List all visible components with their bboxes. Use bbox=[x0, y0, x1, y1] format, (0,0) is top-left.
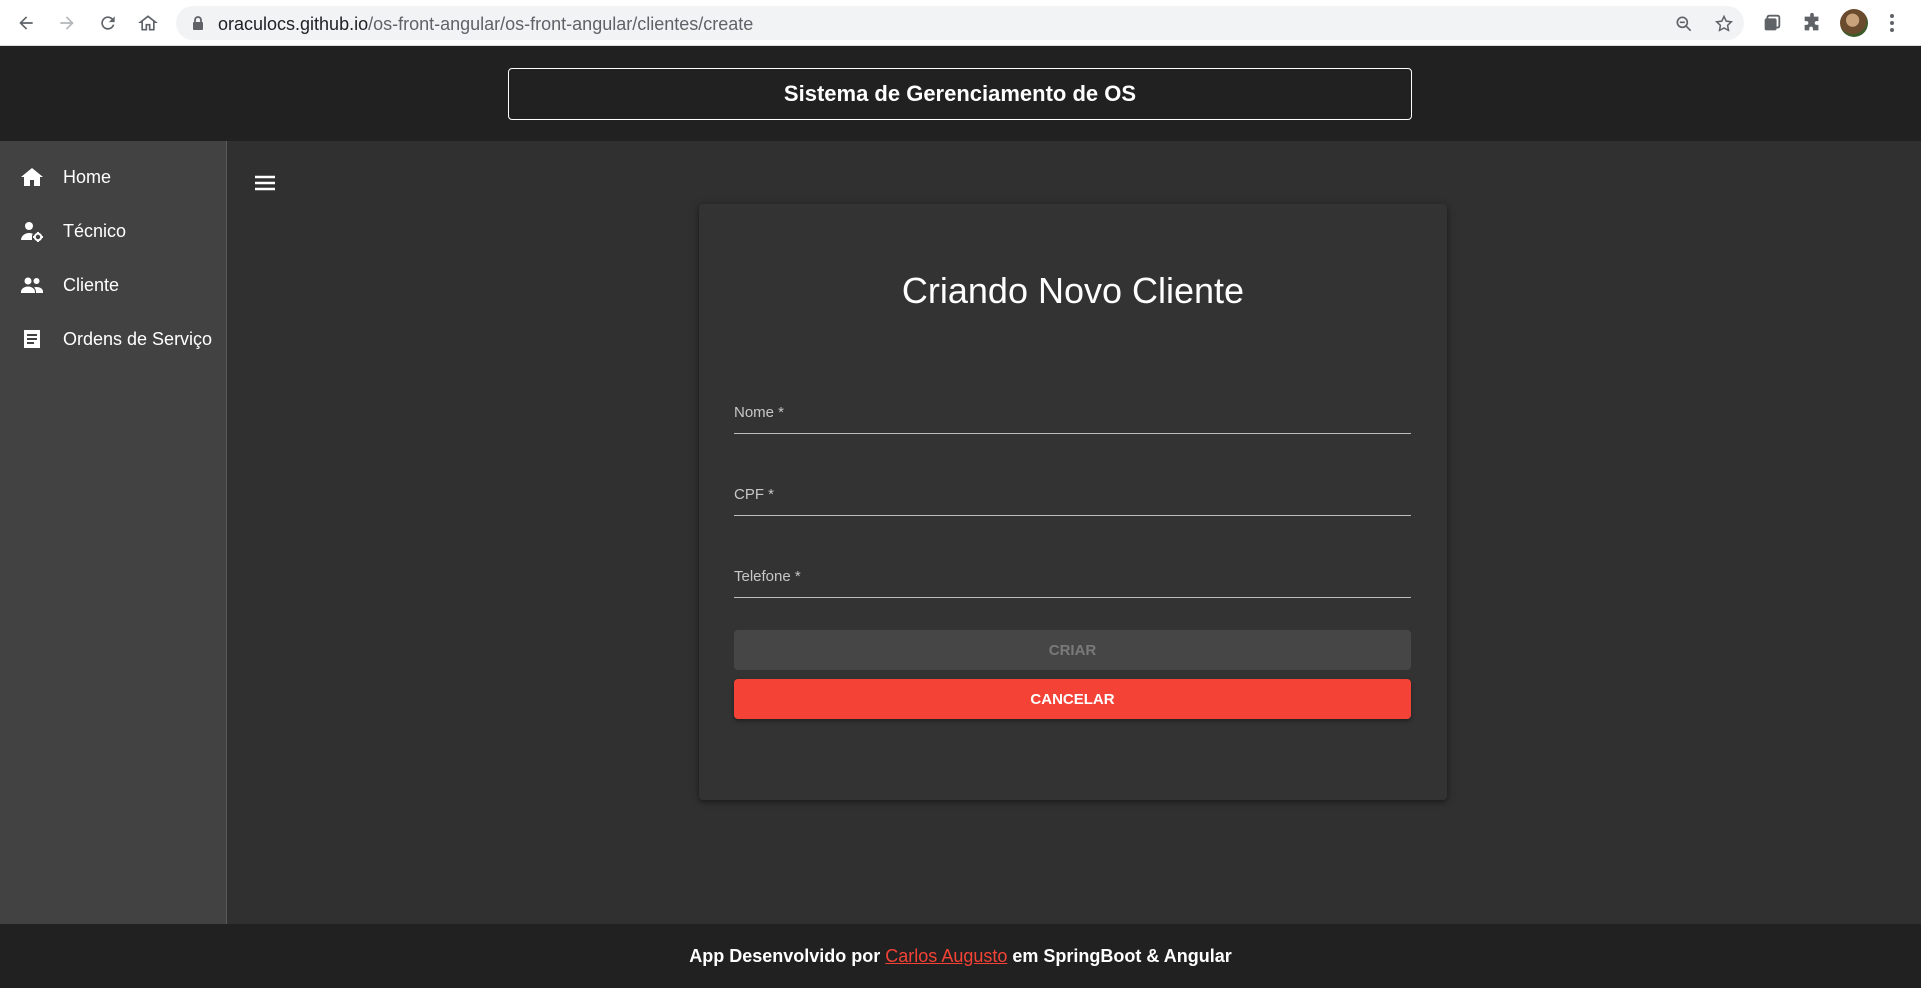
sidebar-item-cliente[interactable]: Cliente bbox=[0, 258, 226, 312]
footer-suffix: em SpringBoot & Angular bbox=[1012, 945, 1232, 966]
star-icon[interactable] bbox=[1714, 14, 1734, 34]
people-icon bbox=[19, 272, 45, 298]
forward-button[interactable] bbox=[55, 11, 79, 35]
url-text: oraculocs.github.io/os-front-angular/os-… bbox=[218, 14, 754, 34]
tab-search-icon[interactable] bbox=[1761, 12, 1783, 34]
sidebar-item-tecnico[interactable]: Técnico bbox=[0, 204, 226, 258]
arrow-right-icon bbox=[60, 16, 74, 30]
telefone-input[interactable] bbox=[734, 558, 1411, 597]
cpf-field[interactable]: CPF * bbox=[734, 476, 1411, 516]
browser-toolbar: oraculocs.github.io/os-front-angular/os-… bbox=[0, 0, 1921, 46]
main-content: Criando Novo Cliente Nome * CPF * Telefo… bbox=[227, 141, 1921, 924]
lock-icon bbox=[193, 16, 203, 30]
app-header: Sistema de Gerenciamento de OS bbox=[0, 46, 1921, 141]
page-title: Sistema de Gerenciamento de OS bbox=[508, 68, 1412, 120]
zoom-icon[interactable] bbox=[1674, 14, 1694, 34]
home-browser-button[interactable] bbox=[136, 11, 160, 35]
sidebar-item-label: Técnico bbox=[63, 220, 127, 241]
reload-icon bbox=[101, 16, 115, 30]
address-bar[interactable]: oraculocs.github.io/os-front-angular/os-… bbox=[176, 6, 1744, 40]
nome-input[interactable] bbox=[734, 394, 1411, 433]
more-vert-icon[interactable] bbox=[1882, 12, 1902, 34]
sidebar: Home Técnico Cliente Ordens de Serviço bbox=[0, 141, 227, 924]
sidebar-item-label: Ordens de Serviço bbox=[63, 328, 213, 349]
home-icon bbox=[19, 164, 45, 190]
reload-button[interactable] bbox=[96, 11, 120, 35]
nome-field[interactable]: Nome * bbox=[734, 394, 1411, 434]
author-link[interactable]: Carlos Augusto bbox=[885, 946, 1007, 967]
telefone-field[interactable]: Telefone * bbox=[734, 558, 1411, 598]
document-icon bbox=[19, 326, 45, 352]
technician-icon bbox=[19, 218, 45, 244]
footer-prefix: App Desenvolvido por bbox=[689, 945, 881, 966]
form-title: Criando Novo Cliente bbox=[901, 270, 1245, 311]
sidebar-item-ordens[interactable]: Ordens de Serviço bbox=[0, 312, 226, 366]
create-button[interactable]: CRIAR bbox=[734, 630, 1411, 670]
sidebar-item-home[interactable]: Home bbox=[0, 150, 226, 204]
sidebar-item-label: Cliente bbox=[63, 274, 120, 295]
cpf-input[interactable] bbox=[734, 476, 1411, 515]
extensions-puzzle-icon[interactable] bbox=[1801, 12, 1823, 34]
menu-icon[interactable] bbox=[253, 171, 277, 195]
cancel-button[interactable]: CANCELAR bbox=[734, 679, 1411, 719]
form-card: Criando Novo Cliente Nome * CPF * Telefo… bbox=[699, 204, 1447, 800]
footer: App Desenvolvido por Carlos Augusto em S… bbox=[0, 924, 1921, 988]
profile-avatar[interactable] bbox=[1840, 9, 1868, 37]
house-icon bbox=[138, 15, 158, 31]
back-button[interactable] bbox=[14, 11, 38, 35]
sidebar-item-label: Home bbox=[63, 166, 112, 187]
arrow-left-icon bbox=[19, 16, 33, 30]
